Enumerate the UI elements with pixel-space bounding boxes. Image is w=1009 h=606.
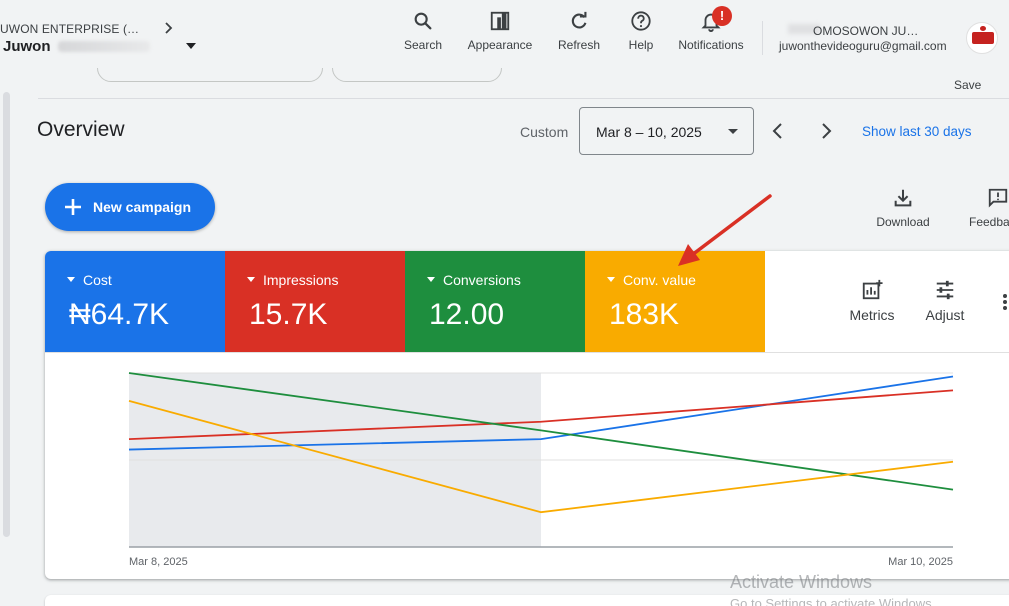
- divider: [38, 98, 1009, 99]
- feedback-icon: [988, 188, 1008, 208]
- filter-bar: [0, 68, 1009, 82]
- redacted-account-id: [58, 41, 150, 52]
- x-tick-label: Mar 8, 2025: [129, 556, 188, 568]
- account-name[interactable]: Juwon: [3, 38, 51, 55]
- download-icon: [894, 189, 912, 207]
- date-range-picker[interactable]: Mar 8 – 10, 2025: [579, 107, 754, 155]
- search-icon: [414, 12, 432, 30]
- previous-period-button[interactable]: [768, 121, 788, 141]
- help-button[interactable]: Help: [625, 10, 657, 52]
- new-campaign-label: New campaign: [93, 199, 192, 215]
- scrollbar[interactable]: [3, 92, 10, 537]
- help-icon: [631, 11, 651, 31]
- filter-chip[interactable]: [97, 68, 323, 82]
- download-button[interactable]: Download: [872, 187, 934, 229]
- notifications-label: Notifications: [678, 38, 744, 52]
- feedback-label: Feedba: [969, 215, 1009, 229]
- appearance-label: Appearance: [467, 38, 533, 52]
- watermark-subtitle: Go to Settings to activate Windows.: [730, 596, 936, 606]
- performance-card: Cost ₦64.7K Impressions 15.7K Conversion…: [45, 251, 1009, 579]
- account-dropdown-icon[interactable]: [186, 43, 196, 49]
- appearance-icon: [490, 11, 510, 31]
- avatar[interactable]: [966, 22, 998, 54]
- show-last-30-days-link[interactable]: Show last 30 days: [862, 124, 972, 139]
- help-label: Help: [628, 38, 654, 52]
- annotation-arrow: [678, 194, 772, 266]
- refresh-label: Refresh: [557, 38, 601, 52]
- feedback-button[interactable]: Feedba: [969, 187, 1009, 229]
- top-bar: UWON ENTERPRISE (… Juwon Search Appearan…: [0, 0, 1009, 68]
- dropdown-arrow-icon: [728, 129, 738, 134]
- page-title: Overview: [37, 118, 125, 141]
- chevron-right-icon[interactable]: [160, 20, 176, 36]
- save-button[interactable]: Save: [954, 78, 981, 92]
- next-period-button[interactable]: [816, 121, 836, 141]
- date-range-value: Mar 8 – 10, 2025: [596, 124, 702, 140]
- x-tick-label: Mar 10, 2025: [888, 556, 953, 568]
- performance-chart: Mar 8, 2025 Mar 10, 2025: [128, 372, 954, 568]
- user-email: juwonthevideoguru@gmail.com: [779, 39, 947, 53]
- header-divider: [762, 21, 763, 55]
- refresh-icon: [571, 11, 587, 29]
- account-line1[interactable]: UWON ENTERPRISE (…: [0, 22, 139, 36]
- date-range-type-label: Custom: [520, 124, 569, 140]
- refresh-button[interactable]: Refresh: [556, 10, 602, 52]
- new-campaign-button[interactable]: New campaign: [45, 183, 215, 231]
- filter-chip[interactable]: [332, 68, 502, 82]
- user-name: OMOSOWON JU…: [813, 24, 919, 38]
- notification-badge: !: [712, 6, 732, 26]
- search-button[interactable]: Search: [402, 10, 444, 52]
- search-label: Search: [403, 38, 443, 52]
- appearance-button[interactable]: Appearance: [465, 10, 535, 52]
- download-label: Download: [876, 215, 930, 229]
- notifications-button[interactable]: ! Notifications: [674, 6, 748, 52]
- plus-icon: [65, 199, 81, 215]
- watermark-title: Activate Windows: [730, 572, 873, 592]
